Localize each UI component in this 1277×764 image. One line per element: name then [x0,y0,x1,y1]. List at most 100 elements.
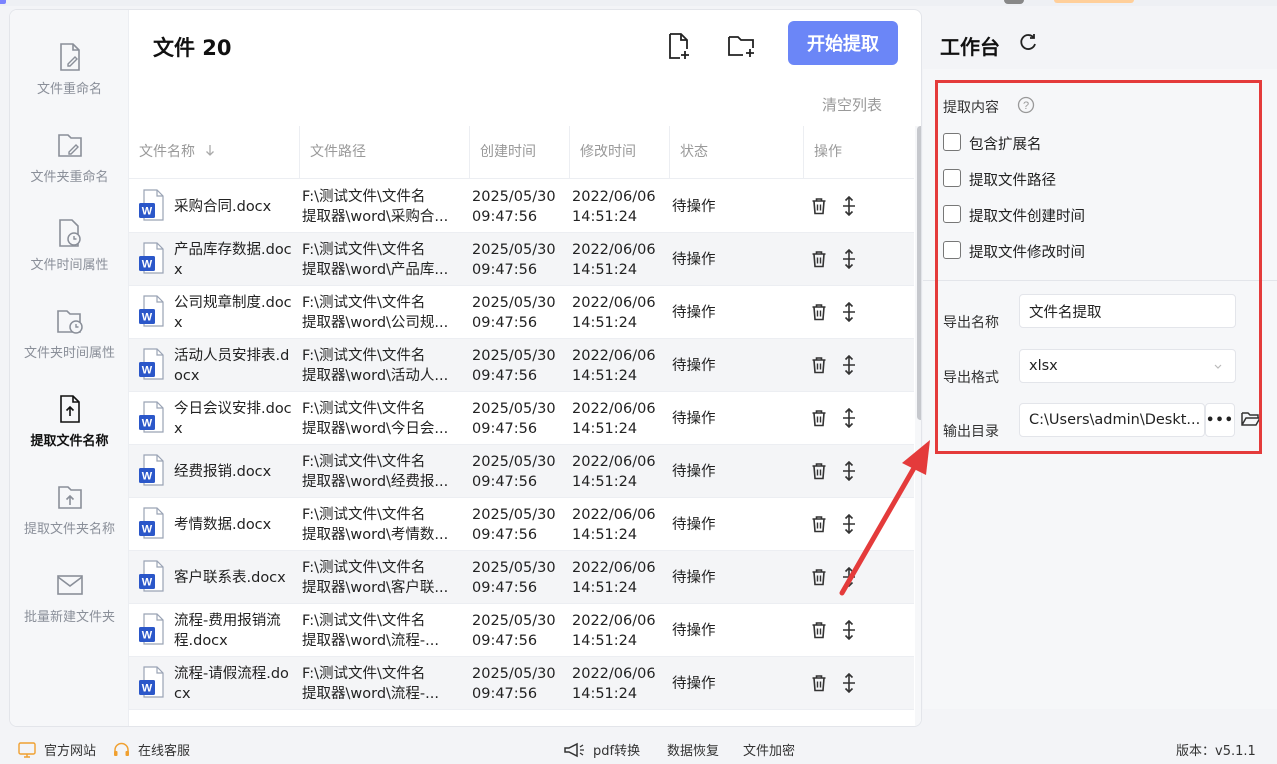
move-icon [843,196,855,216]
file-encrypt-link[interactable]: 文件加密 [743,740,795,759]
column-header-path: 文件路径 [299,126,469,179]
add-folder-button[interactable] [726,30,758,62]
file-name-cell: 客户联系表.docx [174,569,286,586]
move-icon [843,408,855,428]
drag-handle[interactable] [838,247,860,271]
drag-handle[interactable] [838,671,860,695]
drag-handle[interactable] [838,353,860,377]
scrollbar-thumb[interactable] [917,126,921,420]
table-row[interactable]: W 今日会议安排.docx F:\测试文件\文件名 提取器\word\今日会... 20… [129,392,914,445]
table-row[interactable]: W 流程-请假流程.docx F:\测试文件\文件名 提取器\word\流程-... 2… [129,657,914,710]
delete-button[interactable] [808,247,830,271]
modified-time: 14:51:24 [572,473,638,490]
file-path-line: F:\测试文件\文件名 [302,453,426,470]
created-time-cell: 2025/05/30 09:47:56 [472,286,568,339]
arrow-down-icon[interactable] [205,144,215,156]
modified-time-cell: 2022/06/06 14:51:24 [572,392,668,445]
file-path-cell: F:\测试文件\文件名 提取器\word\流程-... [302,657,467,710]
headset-icon [114,742,129,756]
modified-date: 2022/06/06 [572,294,656,311]
modified-date: 2022/06/06 [572,241,656,258]
user-avatar[interactable] [1004,0,1024,4]
modified-date: 2022/06/06 [572,612,656,629]
sidebar-item-extract-file-name[interactable]: 提取文件名称 [10,394,129,474]
trash-icon [812,569,826,586]
delete-button[interactable] [808,512,830,536]
add-file-button[interactable] [663,30,695,62]
delete-button[interactable] [808,353,830,377]
add-file-icon [669,33,689,59]
pdf-convert-link[interactable]: pdf转换 [563,740,640,759]
file-name-cell: 考情数据.docx [174,516,272,533]
file-path-line: F:\测试文件\文件名 [302,506,426,523]
sidebar-item-batch-new-folder[interactable]: 批量新建文件夹 [10,570,129,650]
status-cell: 待操作 [672,198,716,215]
main-card: 文件重命名 文件夹重命名 文件时间属性 文件夹时间属性 提取文件名称 提取文件夹… [9,9,922,727]
column-header-name[interactable]: 文件名称 [129,126,299,179]
app-corner-accent [0,0,6,4]
created-date: 2025/05/30 [472,188,556,205]
data-recovery-link[interactable]: 数据恢复 [667,740,719,759]
column-header-modified: 修改时间 [569,126,669,179]
modified-time-cell: 2022/06/06 14:51:24 [572,551,668,604]
status-cell: 待操作 [672,516,716,533]
file-name-cell: 今日会议安排.docx [174,400,292,437]
drag-handle[interactable] [838,300,860,324]
table-row[interactable]: W 产品库存数据.docx F:\测试文件\文件名 提取器\word\产品库... 20… [129,233,914,286]
modified-date: 2022/06/06 [572,559,656,576]
delete-button[interactable] [808,671,830,695]
table-row[interactable]: W 考情数据.docx F:\测试文件\文件名 提取器\word\考情数... 2025… [129,498,914,551]
created-date: 2025/05/30 [472,506,556,523]
sidebar-item-extract-folder-name[interactable]: 提取文件夹名称 [10,482,129,562]
sidebar-item-label: 文件重命名 [36,82,102,97]
refresh-icon[interactable] [1017,31,1039,53]
modified-time-cell: 2022/06/06 14:51:24 [572,498,668,551]
folder-clock-icon [56,310,83,334]
file-name-cell: 活动人员安排表.docx [174,347,290,384]
move-icon [843,302,855,322]
word-doc-icon: W [139,666,164,698]
file-path-line: F:\测试文件\文件名 [302,294,426,311]
table-row[interactable]: W 公司规章制度.docx F:\测试文件\文件名 提取器\word\公司规... 20… [129,286,914,339]
delete-button[interactable] [808,406,830,430]
table-row[interactable]: W 流程-费用报销流程.docx F:\测试文件\文件名 提取器\word\流程-..… [129,604,914,657]
clear-list-link[interactable]: 清空列表 [822,94,882,115]
word-doc-icon: W [139,242,164,274]
sidebar-item-folder-time[interactable]: 文件夹时间属性 [10,306,129,386]
created-time: 09:47:56 [472,367,538,384]
delete-button[interactable] [808,459,830,483]
trash-icon [812,198,826,215]
table-row[interactable]: W 采购合同.docx F:\测试文件\文件名 提取器\word\采购合... 2025… [129,180,914,233]
created-time: 09:47:56 [472,473,538,490]
start-extract-button[interactable]: 开始提取 [788,21,898,65]
word-doc-icon: W [139,189,164,221]
trash-icon [812,463,826,480]
move-icon [843,355,855,375]
sidebar-item-file-time[interactable]: 文件时间属性 [10,218,129,298]
official-site-link[interactable]: 官方网站 [18,740,96,759]
table-row[interactable]: W 经费报销.docx F:\测试文件\文件名 提取器\word\经费报... 2025… [129,445,914,498]
drag-handle[interactable] [838,194,860,218]
file-path-cell: F:\测试文件\文件名 提取器\word\经费报... [302,445,467,498]
delete-button[interactable] [808,565,830,589]
drag-handle[interactable] [838,618,860,642]
add-folder-icon [728,36,754,57]
table-row[interactable]: W 活动人员安排表.docx F:\测试文件\文件名 提取器\word\活动人... 2… [129,339,914,392]
file-path-line: 提取器\word\产品库... [302,261,449,278]
sidebar-item-folder-rename[interactable]: 文件夹重命名 [10,130,129,210]
official-site-label: 官方网站 [44,744,97,759]
svg-text:W: W [142,577,153,589]
delete-button[interactable] [808,618,830,642]
modified-time-cell: 2022/06/06 14:51:24 [572,604,668,657]
table-scrollbar[interactable] [915,126,921,726]
vip-badge[interactable] [1054,0,1134,3]
drag-handle[interactable] [838,406,860,430]
table-row[interactable]: W 客户联系表.docx F:\测试文件\文件名 提取器\word\客户联... 202… [129,551,914,604]
online-service-link[interactable]: 在线客服 [113,740,190,759]
sidebar-item-file-rename[interactable]: 文件重命名 [10,42,129,122]
delete-button[interactable] [808,300,830,324]
footer-bar: 官方网站 在线客服 pdf转换 数据恢复 文件加密 版本：v5.1.1 [0,733,1277,764]
delete-button[interactable] [808,194,830,218]
modified-time: 14:51:24 [572,367,638,384]
svg-text:W: W [142,259,153,271]
